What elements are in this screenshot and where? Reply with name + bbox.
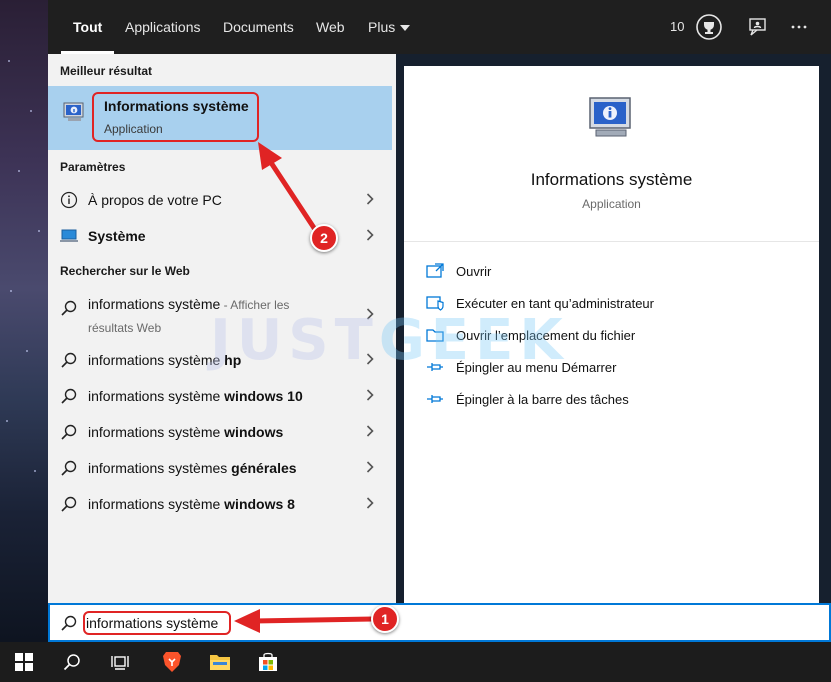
search-filter-bar: Tout Applications Documents Web Plus 10 [48, 0, 831, 54]
web-result-completion: générales [231, 460, 297, 476]
settings-item-about-pc[interactable]: À propos de votre PC [48, 182, 392, 218]
search-icon [61, 388, 77, 404]
web-result-label: informations système - Afficher les résu… [88, 293, 328, 339]
web-result-query: informations système [88, 352, 225, 368]
web-result-label: informations système windows 10 [88, 388, 303, 404]
web-result-item[interactable]: informations système windows 10 [48, 378, 392, 414]
web-result-label: informations système hp [88, 352, 241, 368]
search-icon [61, 300, 77, 316]
web-result-item[interactable]: informations système - Afficher les résu… [48, 290, 392, 342]
best-match-subtitle: Application [104, 122, 163, 136]
feedback-icon[interactable] [748, 17, 768, 37]
taskbar [0, 642, 831, 682]
tab-applications[interactable]: Applications [125, 0, 201, 54]
step-badge-1: 1 [371, 605, 399, 633]
web-result-completion: windows [224, 424, 284, 440]
settings-heading: Paramètres [60, 160, 126, 174]
web-result-completion: windows 8 [224, 496, 295, 512]
preview-title: Informations système [530, 170, 693, 189]
open-icon [426, 263, 444, 278]
search-input[interactable] [86, 612, 786, 634]
store-bag-icon [259, 652, 277, 671]
action-label: Épingler au menu Démarrer [456, 360, 617, 375]
web-result-label: informations système windows 8 [88, 496, 295, 512]
search-icon [61, 424, 77, 440]
tab-more[interactable]: Plus [368, 0, 411, 54]
chevron-right-icon [366, 308, 374, 320]
trophy-icon[interactable] [696, 14, 722, 40]
windows-logo-icon [15, 653, 33, 671]
taskbar-search-button[interactable] [48, 642, 96, 682]
best-match-item[interactable]: Informations système Application [48, 86, 392, 150]
best-match-title: Informations système [104, 98, 249, 114]
start-button[interactable] [0, 642, 48, 682]
system-info-icon [62, 100, 88, 131]
web-result-query: informations système [88, 388, 225, 404]
pin-icon [427, 395, 443, 403]
settings-item-system[interactable]: Système [48, 218, 392, 254]
web-result-query: informations systèmes [88, 460, 232, 476]
web-result-query: informations système [88, 424, 225, 440]
web-result-completion: hp [224, 352, 242, 368]
action-label: Épingler à la barre des tâches [456, 392, 629, 407]
laptop-icon [60, 229, 78, 242]
web-result-completion: windows 10 [224, 388, 303, 404]
folder-icon [426, 329, 444, 342]
tab-all[interactable]: Tout [60, 0, 115, 54]
search-box[interactable] [48, 603, 831, 642]
web-result-query: informations système [88, 296, 221, 312]
search-icon [61, 352, 77, 368]
chevron-right-icon [366, 389, 374, 401]
file-explorer-button[interactable] [196, 642, 244, 682]
shield-icon [426, 296, 444, 311]
search-icon [61, 460, 77, 476]
preview-panel: Informations système Application Ouvrir … [404, 66, 819, 603]
web-result-query: informations système [88, 496, 225, 512]
rewards-points: 10 [670, 19, 685, 34]
step-badge-2: 2 [310, 224, 338, 252]
preview-subtitle: Application [582, 197, 641, 211]
chevron-down-icon [400, 25, 411, 32]
info-icon [60, 191, 78, 209]
best-match-heading: Meilleur résultat [60, 64, 153, 78]
divider [404, 241, 819, 242]
settings-item-label: À propos de votre PC [88, 192, 222, 208]
action-label: Ouvrir [456, 264, 492, 279]
search-icon [61, 496, 77, 512]
chevron-right-icon [366, 425, 374, 437]
settings-item-label: Système [88, 228, 146, 244]
web-result-item[interactable]: informations système hp [48, 342, 392, 378]
tab-web[interactable]: Web [316, 0, 345, 54]
web-result-label: informations systèmes générales [88, 460, 297, 476]
chevron-right-icon [366, 353, 374, 365]
microsoft-store-button[interactable] [244, 642, 292, 682]
web-result-label: informations système windows [88, 424, 283, 440]
tab-more-label: Plus [368, 19, 396, 35]
task-view-button[interactable] [96, 642, 144, 682]
web-result-item[interactable]: informations système windows 8 [48, 486, 392, 522]
brave-browser-button[interactable] [148, 642, 196, 682]
tab-documents[interactable]: Documents [223, 0, 294, 54]
system-info-large-icon [584, 92, 638, 151]
search-icon [61, 615, 77, 631]
brave-lion-icon [163, 652, 181, 672]
web-search-heading: Rechercher sur le Web [60, 264, 190, 278]
web-result-item[interactable]: informations systèmes générales [48, 450, 392, 486]
chevron-right-icon [366, 229, 374, 241]
task-view-icon [111, 656, 129, 670]
more-icon[interactable] [790, 18, 808, 36]
chevron-right-icon [366, 193, 374, 205]
folder-icon [210, 655, 230, 670]
desktop-wallpaper [0, 0, 48, 642]
pin-icon [427, 363, 443, 371]
search-icon [63, 654, 80, 671]
chevron-right-icon [366, 497, 374, 509]
chevron-right-icon [366, 461, 374, 473]
results-panel: Meilleur résultat Informations système A… [48, 54, 396, 603]
action-label: Exécuter en tant qu’administrateur [456, 296, 654, 311]
action-label: Ouvrir l’emplacement du fichier [456, 328, 636, 343]
web-result-item[interactable]: informations système windows [48, 414, 392, 450]
